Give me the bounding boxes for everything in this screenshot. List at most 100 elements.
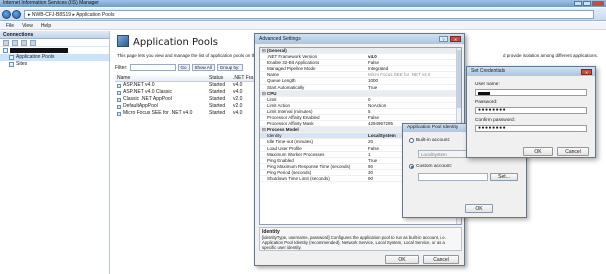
property-name: Identity (267, 133, 282, 139)
builtin-account-option[interactable]: Built-in account: (409, 138, 450, 143)
property-value[interactable]: False (366, 60, 456, 65)
show-all-button[interactable]: Show All (191, 64, 215, 71)
app-pool-icon (117, 104, 121, 109)
table-row[interactable]: DefaultAppPool Started v2.0 (115, 103, 263, 110)
property-value[interactable]: NoAction (366, 103, 456, 108)
filter-bar: Filter: Go Show All Group by: (115, 63, 255, 72)
connect-icon[interactable] (3, 40, 9, 46)
ok-button[interactable]: OK (465, 204, 493, 213)
confirm-password-field[interactable]: ●●●●●●●● (475, 125, 587, 132)
menu-file[interactable]: File (6, 22, 14, 29)
tree-item-sites[interactable]: Sites (0, 61, 109, 68)
property-name: Start Automatically (267, 84, 305, 90)
builtin-account-radio[interactable] (409, 138, 414, 143)
maximize-button[interactable] (583, 1, 591, 6)
property-name: Queue Length (267, 78, 296, 84)
property-value[interactable]: Integrated (366, 66, 456, 71)
user-name-label: User name: (475, 82, 500, 87)
table-row[interactable]: ASP.NET v4.0 Classic Started v4.0 (115, 89, 263, 96)
window-title: Internet Information Services (IIS) Mana… (3, 0, 99, 6)
app-pool-icon (117, 90, 121, 95)
property-name: Enable 32-Bit Applications (267, 60, 320, 66)
server-icon (3, 48, 8, 53)
password-label: Password: (475, 100, 498, 105)
app-pool-icon (117, 111, 121, 116)
property-value[interactable]: 1000 (366, 78, 456, 83)
property-name: Load User Profile (267, 145, 302, 151)
property-name: Limit Action (267, 102, 291, 108)
tree-server-node[interactable] (0, 47, 109, 54)
table-row[interactable]: Micro Focus SEE for .NET v4.0 Started v4… (115, 110, 263, 117)
builtin-account-label: Built-in account: (416, 138, 451, 143)
go-button[interactable]: Go (177, 64, 190, 71)
set-button[interactable]: Set... (490, 173, 518, 181)
column-header-name[interactable]: Name (115, 75, 207, 81)
group-by-dropdown[interactable]: Group by: (216, 64, 243, 71)
property-value[interactable]: v4.0 (366, 54, 456, 59)
forward-arrow-icon[interactable] (12, 10, 21, 19)
connections-header: Connections (0, 31, 109, 39)
app-pool-icon (9, 55, 14, 60)
ok-button[interactable]: OK (523, 147, 553, 156)
property-value (366, 48, 456, 53)
pool-status: Started (209, 103, 226, 109)
dialog-titlebar: Set Credentials ✕ (467, 67, 595, 76)
property-value[interactable]: False (366, 115, 456, 120)
app-pool-icon (117, 97, 121, 102)
minimize-button[interactable] (574, 1, 582, 6)
app-pool-icon (117, 83, 121, 88)
confirm-password-label: Confirm password: (475, 118, 515, 123)
menu-view[interactable]: View (22, 22, 33, 29)
table-row[interactable]: Classic .NET AppPool Started v2.0 (115, 96, 263, 103)
save-icon[interactable] (12, 40, 18, 46)
pool-name: DefaultAppPool (123, 103, 158, 109)
property-value (366, 91, 456, 96)
filter-input[interactable] (129, 64, 176, 71)
ok-button[interactable]: OK (385, 255, 419, 264)
scrollbar-thumb[interactable] (457, 50, 461, 108)
property-value[interactable]: Micro Focus SEE for .NET v4.0 (366, 72, 456, 77)
property-name: Processor Affinity Enabled (267, 115, 320, 121)
address-field[interactable]: ▸ NWB-CFJ-B8S19 ▸ Application Pools (24, 10, 594, 19)
pool-name: Micro Focus SEE for .NET v4.0 (123, 110, 193, 116)
property-name: Name (267, 72, 280, 78)
custom-account-field[interactable] (418, 173, 488, 181)
custom-account-option[interactable]: Custom account: (409, 164, 452, 169)
property-name: Managed Pipeline Mode (267, 66, 316, 72)
dialog-title: Advanced Settings (259, 36, 301, 42)
window-close-button[interactable] (592, 1, 604, 6)
property-name: Ping Period (seconds) (267, 169, 312, 175)
property-value[interactable]: 0 (366, 97, 456, 102)
back-arrow-icon[interactable] (2, 10, 11, 19)
property-name: Ping Maximum Response Time (seconds) (267, 163, 351, 169)
menu-bar: File View Help (0, 22, 606, 30)
password-field[interactable]: ●●●●●●●● (475, 107, 587, 114)
property-value[interactable]: True (366, 85, 456, 90)
custom-account-label: Custom account: (416, 164, 452, 169)
pool-name: ASP.NET v4.0 Classic (123, 89, 173, 95)
pool-status: Started (209, 110, 226, 116)
pool-status: Started (209, 89, 226, 95)
dialog-title: Application Pool Identity (407, 125, 459, 130)
custom-account-radio[interactable] (409, 164, 414, 169)
cancel-button[interactable]: Cancel (423, 255, 459, 264)
close-icon[interactable]: ✕ (581, 69, 592, 75)
menu-help[interactable]: Help (41, 22, 51, 29)
table-row[interactable]: ASP.NET v4.0 Started v4.0 (115, 82, 263, 89)
close-icon[interactable]: ✕ (450, 36, 461, 42)
refresh-icon[interactable] (21, 40, 27, 46)
pool-name: ASP.NET v4.0 (123, 82, 155, 88)
property-value[interactable]: 5 (366, 109, 456, 114)
app-pools-table: Name Status .NET Fra ASP.NET v4.0 Starte… (115, 75, 263, 117)
delete-icon[interactable] (30, 40, 36, 46)
user-name-field[interactable] (475, 89, 587, 96)
help-icon[interactable]: ? (439, 36, 448, 42)
column-header-status[interactable]: Status (207, 75, 231, 81)
window-titlebar: Internet Information Services (IIS) Mana… (0, 0, 606, 7)
category-label: (General) (260, 48, 366, 53)
cancel-button[interactable]: Cancel (557, 147, 589, 156)
page-title: Application Pools (133, 37, 218, 48)
filter-label: Filter: (115, 64, 128, 71)
tree-item-application-pools[interactable]: Application Pools (0, 54, 109, 61)
property-description: Identity [identityType, username, passwo… (259, 227, 462, 251)
